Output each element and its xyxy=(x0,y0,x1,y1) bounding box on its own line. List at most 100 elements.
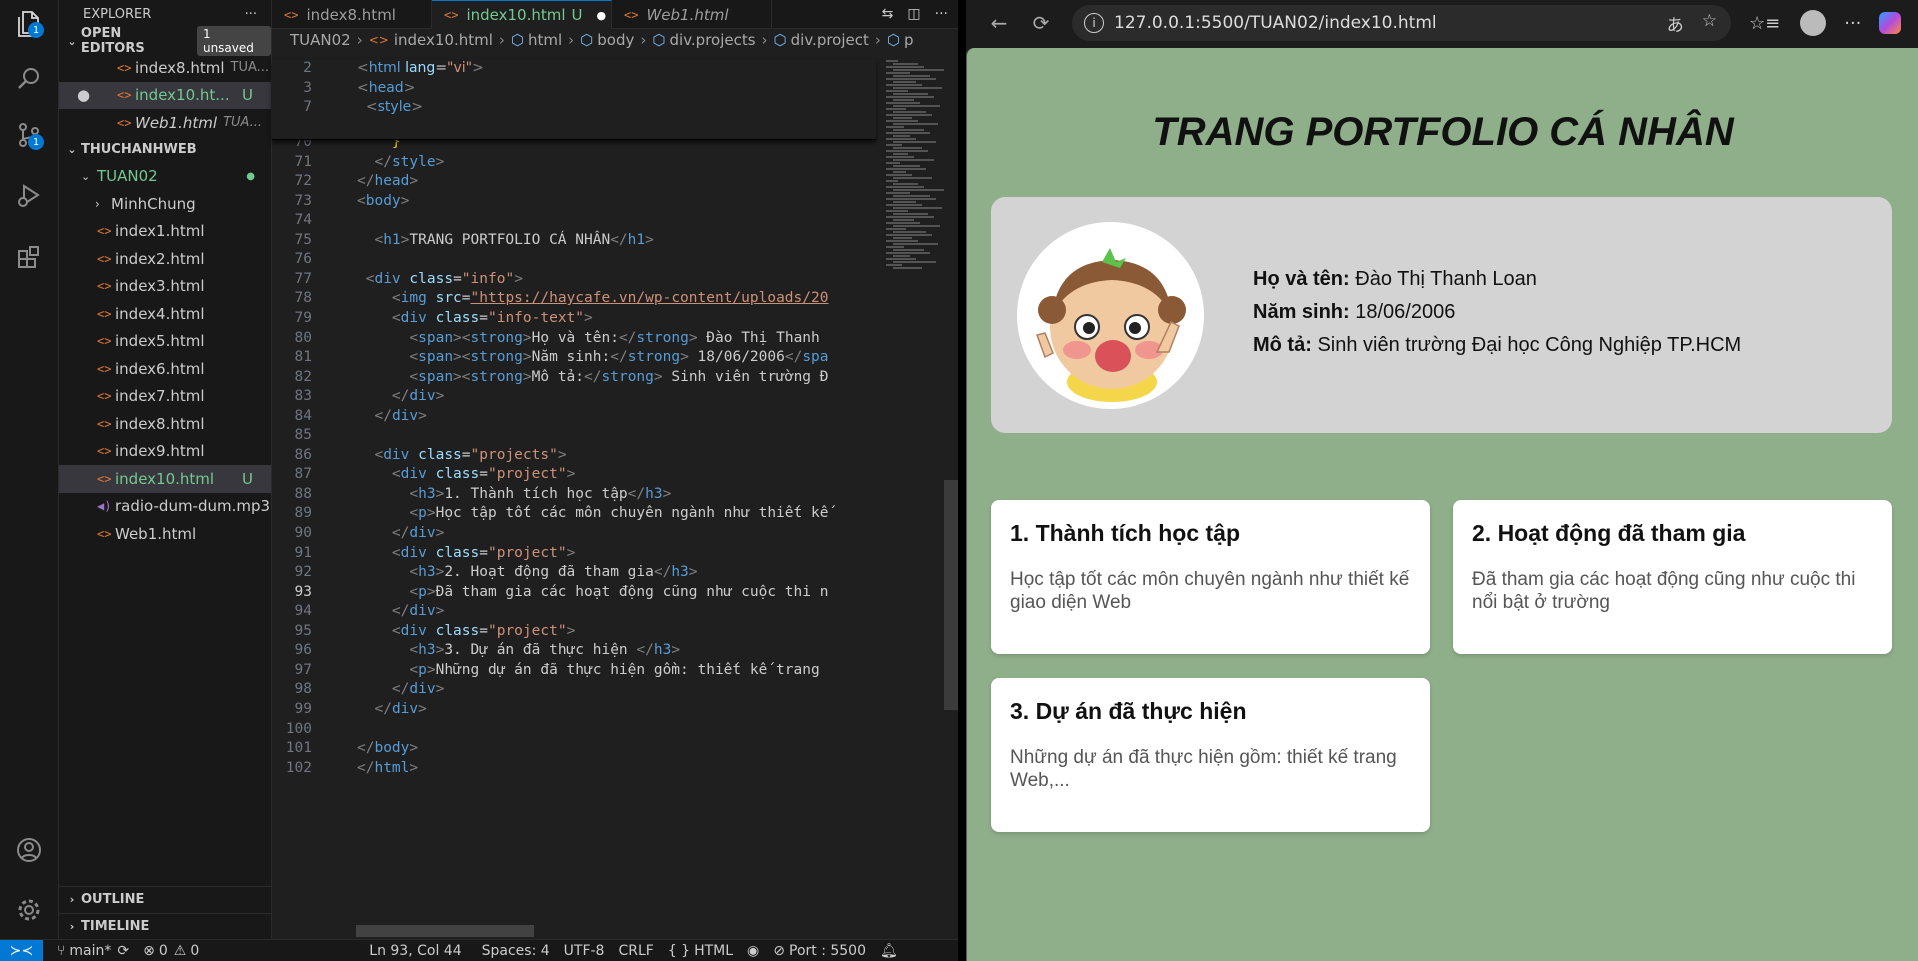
favorite-star-icon[interactable]: ☆ xyxy=(1702,11,1717,36)
tree-item-file[interactable]: <> index4.html xyxy=(59,300,271,328)
code-line[interactable]: 102 </html> xyxy=(272,760,876,784)
minimap-line xyxy=(886,96,934,98)
tree-item-file[interactable]: <> index8.html xyxy=(59,410,271,438)
tree-item-file[interactable]: <> index3.html xyxy=(59,273,271,301)
minimap-line xyxy=(893,153,908,155)
line-text: </style> xyxy=(374,153,445,170)
tree-item-file[interactable]: <> Web1.html xyxy=(59,520,271,548)
minimap-line xyxy=(886,222,920,224)
split-editor-icon[interactable]: ◫ xyxy=(907,6,920,22)
line-number: 100 xyxy=(285,720,312,737)
remote-icon[interactable]: ≻≺ xyxy=(0,939,43,961)
source-control-icon[interactable]: 1 xyxy=(12,118,46,152)
horizontal-scrollbar[interactable] xyxy=(356,925,534,937)
more-actions-icon[interactable]: ··· xyxy=(935,6,948,22)
birth-label: Năm sinh: xyxy=(1253,301,1350,323)
sync-icon[interactable]: ⟳ xyxy=(117,943,129,959)
tab-web1[interactable]: <> Web1.html xyxy=(612,0,772,29)
minimap-line xyxy=(886,66,924,68)
breadcrumb-item[interactable]: html xyxy=(528,31,562,49)
tree-item-minhchung[interactable]: › MinhChung xyxy=(59,190,271,218)
workspace-label: THUCHANHWEB xyxy=(81,142,197,157)
open-editor-item[interactable]: <> index8.html TUA... xyxy=(59,54,271,82)
minimap-line xyxy=(893,141,936,143)
read-aloud-icon[interactable]: あ xyxy=(1667,11,1684,36)
branch-name[interactable]: main* xyxy=(69,943,111,959)
tree-item-file[interactable]: <> index1.html xyxy=(59,218,271,246)
breadcrumb-item[interactable]: body xyxy=(597,31,634,49)
breadcrumb-item[interactable]: TUAN02 xyxy=(290,31,351,49)
breadcrumb-item[interactable]: div.projects xyxy=(670,31,756,49)
minimap-line xyxy=(886,78,936,80)
tab-index10[interactable]: <> index10.html U ● xyxy=(432,0,612,29)
open-editor-item[interactable]: ● <> index10.ht... U xyxy=(59,81,271,109)
tree-item-file[interactable]: ◀) radio-dum-dum.mp3 xyxy=(59,493,271,521)
back-arrow-icon[interactable]: ← xyxy=(982,6,1016,40)
minimap-line xyxy=(886,264,902,266)
run-debug-icon[interactable] xyxy=(12,178,46,212)
breadcrumb-item[interactable]: div.project xyxy=(791,31,869,49)
html-file-icon: <> xyxy=(97,361,112,376)
html-file-icon: <> xyxy=(97,279,112,294)
extensions-icon[interactable] xyxy=(12,240,46,274)
bell-icon[interactable]: 🔔︎ xyxy=(880,943,898,959)
search-icon[interactable] xyxy=(12,62,46,96)
line-text: </div> xyxy=(391,603,445,620)
live-server-port[interactable]: Port : 5500 xyxy=(789,943,866,959)
folder-tuan02[interactable]: ⌄ TUAN02 ● xyxy=(59,163,271,191)
minimap-line xyxy=(886,246,904,248)
tree-item-file[interactable]: <> index6.html xyxy=(59,355,271,383)
tab-index8[interactable]: <> index8.html xyxy=(272,0,432,29)
minimap-line xyxy=(893,195,930,197)
workspace-section[interactable]: ⌄ THUCHANHWEB xyxy=(59,137,271,163)
favorites-list-icon[interactable]: ☆≡ xyxy=(1749,13,1780,34)
address-bar[interactable]: i 127.0.0.1:5500/TUAN02/index10.html あ ☆ xyxy=(1072,5,1731,41)
warning-count[interactable]: 0 xyxy=(190,943,199,959)
explorer-more-icon[interactable]: ··· xyxy=(245,7,257,22)
site-info-icon[interactable]: i xyxy=(1084,13,1104,33)
open-editor-item[interactable]: <> Web1.html TUA... xyxy=(59,109,271,137)
tree-item-file[interactable]: <> index2.html xyxy=(59,245,271,273)
url-text: 127.0.0.1:5500/TUAN02/index10.html xyxy=(1114,13,1437,33)
profile-avatar[interactable] xyxy=(1800,10,1827,36)
tree-item-file[interactable]: <> index7.html xyxy=(59,383,271,411)
compare-changes-icon[interactable]: ⇆ xyxy=(882,6,894,22)
refresh-icon[interactable]: ⟳ xyxy=(1024,6,1058,40)
cursor-position[interactable]: Ln 93, Col 44 xyxy=(369,943,461,959)
port-icon: ⊘ xyxy=(773,942,785,959)
timeline-section[interactable]: › TIMELINE xyxy=(59,913,271,939)
line-number: 102 xyxy=(285,759,312,776)
code-line[interactable]: 7 <style> xyxy=(272,99,876,123)
tree-item-file-selected[interactable]: <> index10.html U xyxy=(59,465,271,493)
account-icon[interactable] xyxy=(12,833,46,867)
code-area[interactable]: 70 } 71 </style> 72 </head> 73 <body> 74 75 <h1… xyxy=(272,60,876,939)
unsaved-dot-icon[interactable]: ● xyxy=(77,86,117,104)
breadcrumb-item[interactable]: index10.html xyxy=(394,31,493,49)
line-text: <p>Đã tham gia các hoạt động cũng như cu… xyxy=(409,583,829,600)
settings-gear-icon[interactable] xyxy=(12,893,46,927)
sticky-scroll[interactable]: 2 <html lang="vi"> 3 <head> 7 <style> xyxy=(272,60,876,140)
browser-menu-icon[interactable]: ··· xyxy=(1844,13,1861,34)
copilot-icon[interactable] xyxy=(1879,12,1902,34)
minimap-line xyxy=(893,183,918,185)
outline-section[interactable]: › OUTLINE xyxy=(59,886,271,912)
unsaved-dot-icon[interactable]: ● xyxy=(597,9,607,22)
tree-item-file[interactable]: <> index9.html xyxy=(59,438,271,466)
tree-item-label: radio-dum-dum.mp3 xyxy=(115,497,271,516)
breadcrumb-item[interactable]: p xyxy=(904,31,914,49)
indentation[interactable]: Spaces: 4 xyxy=(482,943,550,959)
minimap[interactable] xyxy=(882,60,948,280)
explorer-icon[interactable]: 1 xyxy=(12,6,46,40)
tree-item-file[interactable]: <> index5.html xyxy=(59,328,271,356)
source-control-badge: 1 xyxy=(28,134,44,150)
open-editors-section[interactable]: ⌄ OPEN EDITORS 1 unsaved xyxy=(59,26,271,56)
open-editor-name: index8.html xyxy=(135,58,225,77)
error-count[interactable]: 0 xyxy=(159,943,168,959)
language-mode[interactable]: HTML xyxy=(694,943,733,959)
vertical-scrollbar[interactable] xyxy=(944,480,958,710)
line-endings[interactable]: CRLF xyxy=(618,943,653,959)
encoding[interactable]: UTF-8 xyxy=(564,943,605,959)
copilot-icon[interactable]: ◉ xyxy=(747,943,759,959)
minimap-line xyxy=(893,81,916,83)
html-file-icon: <> xyxy=(444,8,459,22)
